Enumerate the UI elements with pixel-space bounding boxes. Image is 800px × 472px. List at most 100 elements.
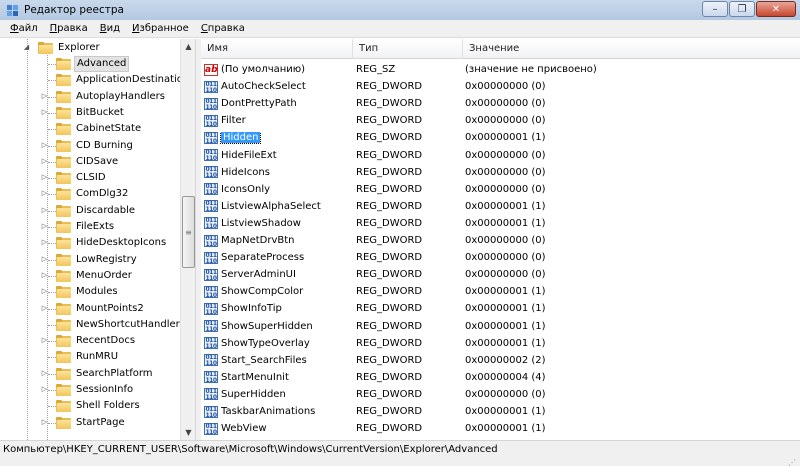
minimize-button[interactable]: – — [702, 1, 728, 17]
value-row[interactable]: ab (По умолчанию) REG_SZ (значение не присв… — [201, 61, 800, 78]
expand-triangle-icon[interactable] — [40, 75, 49, 84]
tree-item[interactable]: NewShortcutHandlers — [40, 317, 187, 333]
tree-item[interactable]: ApplicationDestinations — [40, 72, 195, 88]
value-data-cell: 0x00000001 (1) — [465, 337, 546, 349]
expand-triangle-icon[interactable] — [40, 401, 49, 410]
value-row[interactable]: 011 110 ShowTypeOverlay REG_DWORD 0x00000001… — [201, 335, 800, 352]
value-type-cell: REG_DWORD — [356, 252, 423, 264]
tree-item[interactable]: ▷ AutoplayHandlers — [40, 89, 167, 105]
tree-item-label: MountPoints2 — [76, 302, 144, 314]
expand-triangle-icon[interactable]: ▷ — [40, 271, 49, 280]
menu-file[interactable]: Файл — [4, 22, 44, 35]
value-row[interactable]: 011 110 DontPrettyPath REG_DWORD 0x00000000 … — [201, 95, 800, 112]
close-button[interactable]: ✕ — [756, 1, 796, 17]
tree-item[interactable]: CabinetState — [40, 121, 143, 137]
value-row[interactable]: 011 110 HideIcons REG_DWORD 0x00000000 (0) — [201, 164, 800, 181]
value-row[interactable]: 011 110 StartMenuInit REG_DWORD 0x00000004 (… — [201, 369, 800, 386]
menu-favorites[interactable]: Избранное — [126, 22, 195, 35]
value-row[interactable]: 011 110 ShowCompColor REG_DWORD 0x00000001 (… — [201, 283, 800, 300]
tree-item[interactable]: ▷ SearchPlatform — [40, 366, 155, 382]
value-row[interactable]: 011 110 ShowInfoTip REG_DWORD 0x00000001 (1) — [201, 300, 800, 317]
tree-item[interactable]: ▷ ComDlg32 — [40, 186, 130, 202]
binary-value-icon: 011 110 — [204, 149, 218, 161]
tree-item[interactable]: RunMRU — [40, 349, 120, 365]
tree-item[interactable]: ▷ RecentDocs — [40, 333, 137, 349]
tree-item-label: MenuOrder — [76, 269, 132, 281]
tree-item[interactable]: ▷ CD Burning — [40, 138, 135, 154]
expand-triangle-icon[interactable]: ▷ — [40, 141, 49, 150]
tree-item[interactable]: ▷ CLSID — [40, 170, 108, 186]
value-row[interactable]: 011 110 Hidden REG_DWORD 0x00000001 (1) — [201, 129, 800, 146]
expand-triangle-icon[interactable] — [40, 352, 49, 361]
expand-triangle-icon[interactable]: ▷ — [40, 189, 49, 198]
tree-item[interactable]: ▷ FileExts — [40, 219, 116, 235]
value-row[interactable]: 011 110 WebView REG_DWORD 0x00000001 (1) — [201, 420, 800, 437]
menu-edit[interactable]: Правка — [44, 22, 94, 35]
expand-triangle-icon[interactable]: ▷ — [40, 418, 49, 427]
column-header-value[interactable]: Значение — [463, 39, 800, 59]
value-row[interactable]: 011 110 MapNetDrvBtn REG_DWORD 0x00000000 (0… — [201, 232, 800, 249]
expand-triangle-icon[interactable] — [40, 320, 49, 329]
expand-triangle-icon[interactable]: ▷ — [40, 92, 49, 101]
expand-triangle-icon[interactable]: ▷ — [40, 173, 49, 182]
menu-help[interactable]: Справка — [195, 22, 251, 35]
values-list-pane[interactable]: Имя Тип Значение ab (По умолчанию) REG_SZ(… — [201, 39, 800, 440]
value-row[interactable]: 011 110 ShowSuperHidden REG_DWORD 0x00000001… — [201, 318, 800, 335]
scroll-down-arrow-icon[interactable]: ▼ — [181, 425, 196, 440]
tree-item[interactable]: ▷ Modules — [40, 284, 120, 300]
expand-triangle-icon[interactable] — [40, 124, 49, 133]
tree-item[interactable]: ▷ CIDSave — [40, 154, 120, 170]
column-header-name[interactable]: Имя — [201, 39, 353, 59]
tree-item[interactable]: Advanced — [40, 56, 130, 72]
tree-scrollbar[interactable]: ▲ ≡ ▼ — [180, 39, 195, 440]
expand-triangle-icon[interactable]: ▷ — [40, 304, 49, 313]
tree-item[interactable]: ▷ MountPoints2 — [40, 301, 146, 317]
expand-triangle-icon[interactable] — [40, 59, 49, 68]
value-row[interactable]: 011 110 HideFileExt REG_DWORD 0x00000000 (0) — [201, 147, 800, 164]
scroll-up-arrow-icon[interactable]: ▲ — [181, 39, 196, 54]
value-row[interactable]: 011 110 ListviewShadow REG_DWORD 0x00000001 … — [201, 215, 800, 232]
expand-triangle-icon[interactable]: ▷ — [40, 108, 49, 117]
value-row[interactable]: 011 110 TaskbarAnimations REG_DWORD 0x000000… — [201, 403, 800, 420]
tree-item[interactable]: ▷ HideDesktopIcons — [40, 235, 168, 251]
collapse-triangle-icon[interactable]: ◢ — [22, 43, 31, 52]
value-row[interactable]: 011 110 IconsOnly REG_DWORD 0x00000000 (0) — [201, 181, 800, 198]
binary-value-icon: 011 110 — [204, 405, 218, 418]
value-type-cell: REG_DWORD — [356, 166, 423, 178]
tree-item[interactable]: ▷ SessionInfo — [40, 382, 135, 398]
expand-triangle-icon[interactable]: ▷ — [40, 157, 49, 166]
scroll-thumb[interactable]: ≡ — [182, 196, 195, 268]
maximize-button[interactable]: ❐ — [729, 1, 755, 17]
tree-guide-line — [27, 39, 28, 440]
tree-item-explorer[interactable]: ◢ Explorer — [22, 40, 102, 56]
expand-triangle-icon[interactable]: ▷ — [40, 206, 49, 215]
value-row[interactable]: 011 110 ListviewAlphaSelect REG_DWORD 0x0000… — [201, 198, 800, 215]
close-icon: ✕ — [771, 3, 781, 15]
key-tree-pane[interactable]: ◢ Explorer Advanced ApplicationDestinatio… — [0, 39, 196, 440]
tree-item[interactable]: ▷ MenuOrder — [40, 268, 134, 284]
tree-item[interactable]: ▷ BitBucket — [40, 105, 126, 121]
tree-item[interactable]: Shell Folders — [40, 398, 142, 414]
value-row[interactable]: 011 110 AutoCheckSelect REG_DWORD 0x00000000… — [201, 78, 800, 95]
value-row[interactable]: 011 110 SeparateProcess REG_DWORD 0x00000000… — [201, 249, 800, 266]
resize-grip-icon[interactable]: ⋰ — [788, 454, 798, 467]
expand-triangle-icon[interactable]: ▷ — [40, 255, 49, 264]
tree-item[interactable]: ▷ LowRegistry — [40, 252, 139, 268]
expand-triangle-icon[interactable]: ▷ — [40, 238, 49, 247]
tree-item[interactable]: ▷ StartPage — [40, 415, 127, 431]
expand-triangle-icon[interactable]: ▷ — [40, 287, 49, 296]
value-row[interactable]: 011 110 ServerAdminUI REG_DWORD 0x00000000 (… — [201, 266, 800, 283]
column-header-type[interactable]: Тип — [353, 39, 463, 59]
value-row[interactable]: 011 110 Filter REG_DWORD 0x00000000 (0) — [201, 112, 800, 129]
value-row[interactable]: 011 110 Start_SearchFiles REG_DWORD 0x000000… — [201, 352, 800, 369]
expand-triangle-icon[interactable]: ▷ — [40, 222, 49, 231]
value-data-cell: 0x00000000 (0) — [465, 388, 546, 400]
menu-view[interactable]: Вид — [94, 22, 126, 35]
expand-triangle-icon[interactable]: ▷ — [40, 336, 49, 345]
value-row[interactable]: 011 110 SuperHidden REG_DWORD 0x00000000 (0) — [201, 386, 800, 403]
expand-triangle-icon[interactable]: ▷ — [40, 369, 49, 378]
value-data-cell: 0x00000001 (1) — [465, 286, 546, 298]
value-type-cell: REG_DWORD — [356, 406, 423, 417]
tree-item[interactable]: ▷ Discardable — [40, 203, 137, 219]
expand-triangle-icon[interactable]: ▷ — [40, 385, 49, 394]
